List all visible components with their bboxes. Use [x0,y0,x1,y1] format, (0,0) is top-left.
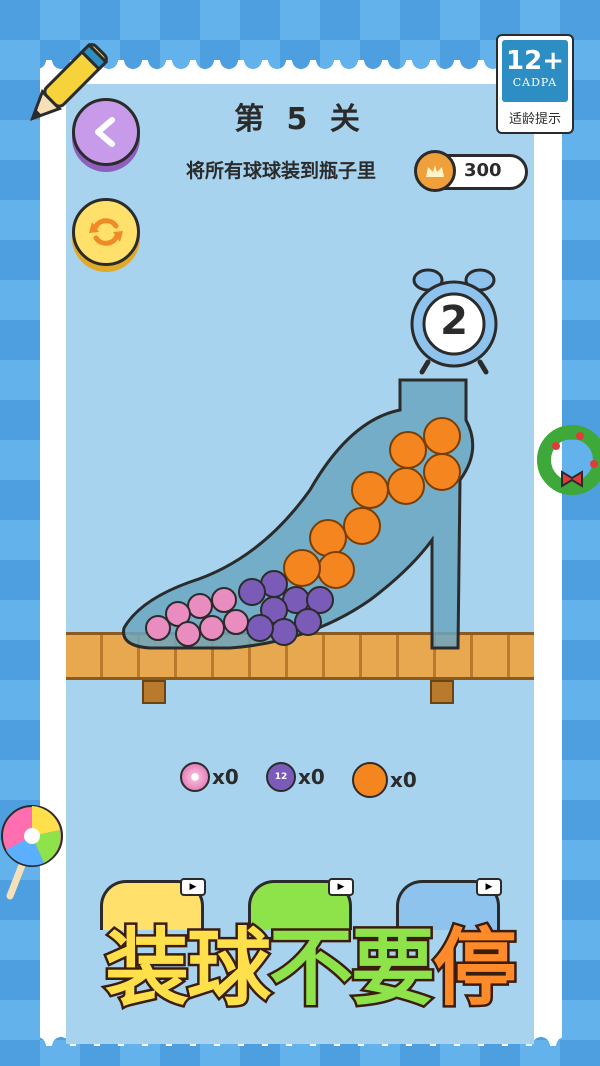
restart-button[interactable] [72,198,140,266]
deck-leg [142,680,166,704]
video-icon: ▶ [328,878,354,896]
instruction-text: 将所有球球装到瓶子里 [186,160,377,182]
timer-value: 2 [440,298,468,344]
age-rating-badge: 12+ CADPA 适龄提示 [496,34,574,134]
orange-ball-count: x0 [390,768,417,792]
age-rating-number: 12+ [506,46,564,76]
lollipop-icon [1,805,63,900]
coin-value: 300 [464,160,502,181]
age-rating-org: CADPA [512,76,558,89]
banner-text-part3: 停 [430,916,519,1019]
deck-leg [430,680,454,704]
pink-ball-count: x0 [212,765,239,789]
age-rating-label: 适龄提示 [508,112,561,127]
promo-banner: 装球 不要 停 [60,906,560,1019]
purple-ball-count: x0 [298,765,325,789]
video-icon: ▶ [476,878,502,896]
shoe-bottle [122,378,475,650]
purple-12-ball-icon: 12 [266,762,296,792]
wreath-icon [537,425,600,495]
banner-text-part2: 不要 [266,916,437,1019]
coin-icon [414,150,456,192]
banner-text-part1: 装球 [102,916,273,1019]
orange-slice-icon [352,762,388,798]
pink-candy-icon [180,762,210,792]
purple-ball-counter: 12 x0 [266,762,325,792]
video-icon: ▶ [180,878,206,896]
pink-ball-counter: x0 [180,762,239,792]
restart-icon [89,218,123,246]
orange-ball-counter: x0 [352,762,417,798]
